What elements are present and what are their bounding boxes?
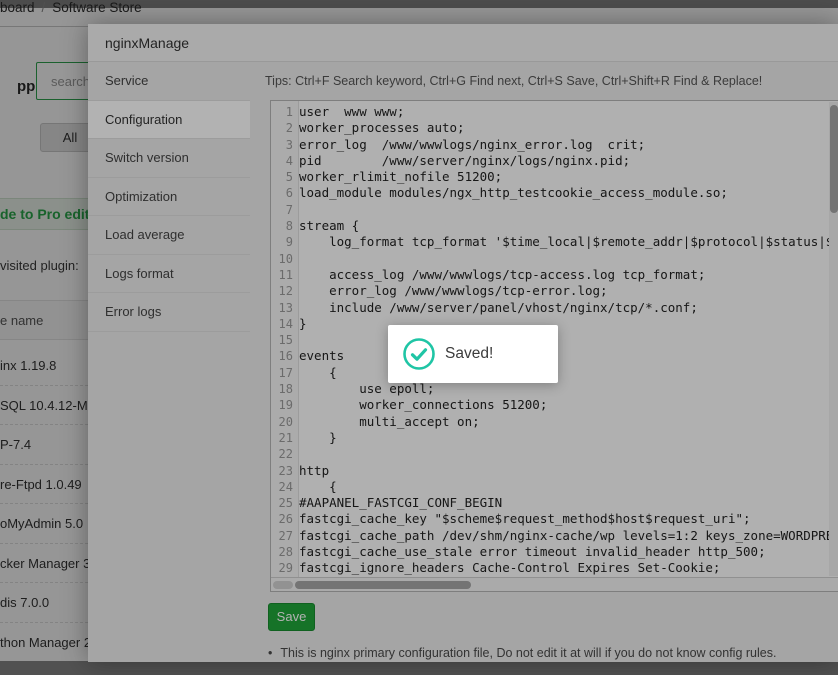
screen: board/Software Store pp All de to Pro ed…	[0, 0, 838, 675]
check-circle-icon	[402, 337, 436, 371]
toast-message: Saved!	[445, 345, 493, 363]
saved-toast: Saved!	[388, 325, 558, 383]
